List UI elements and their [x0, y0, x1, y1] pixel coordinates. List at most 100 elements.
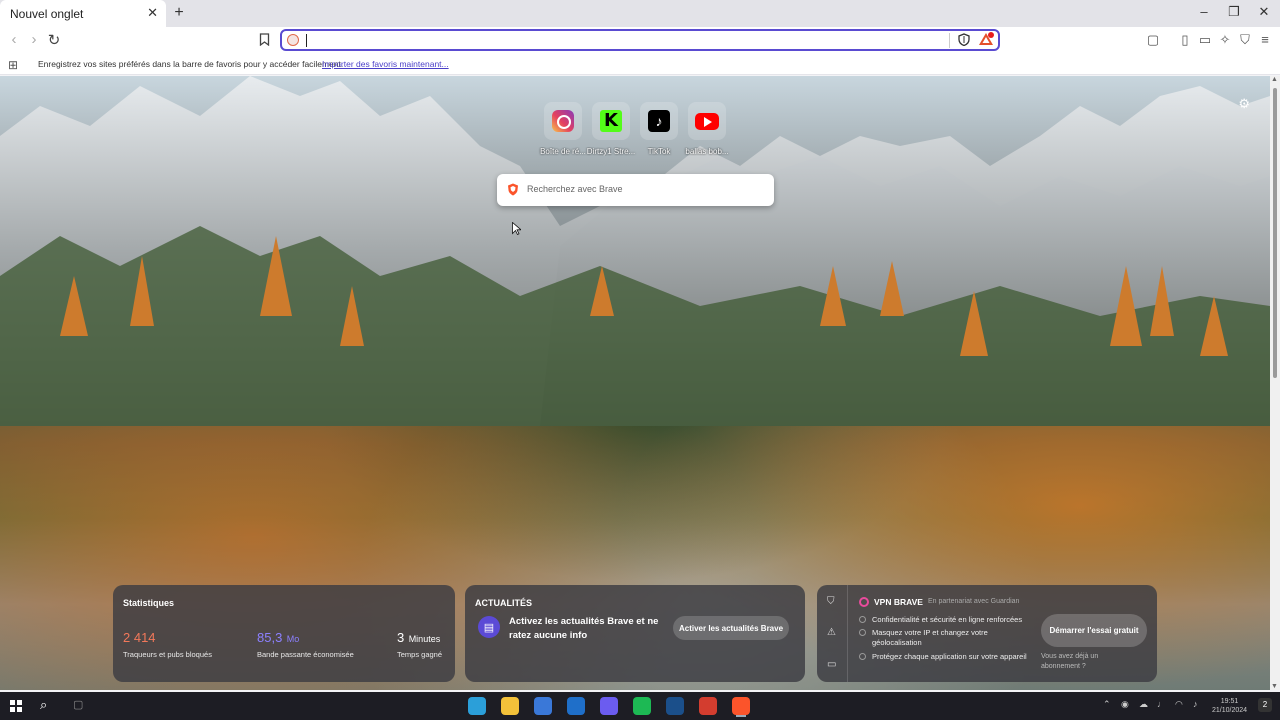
spotify-icon[interactable]	[633, 697, 651, 715]
wifi-icon[interactable]: ◠	[1175, 699, 1183, 710]
tab-title: Nouvel onglet	[10, 6, 84, 21]
clock[interactable]: 19:51 21/10/2024	[1212, 697, 1247, 715]
brave-shields-icon[interactable]	[958, 33, 970, 49]
divider	[949, 33, 950, 48]
news-icon: ▤	[478, 616, 500, 638]
bookmarks-bar: ⊞ Enregistrez vos sites préférés dans la…	[0, 54, 1280, 75]
taskbar: ⌕ ▢ ⌃ ◉ ☁ ♩ ◠ ♪ 19:51 21/10/2024 2	[0, 692, 1280, 720]
trackers-count: 2 414	[123, 630, 156, 645]
enable-news-button[interactable]: Activer les actualités Brave	[673, 616, 789, 640]
kick-icon: K	[592, 102, 630, 140]
downloads-icon[interactable]: ▢	[1145, 32, 1161, 48]
widget-switcher: ⛉ ⚠ ▭	[817, 585, 848, 682]
stats-title: Statistiques	[123, 598, 175, 608]
brave-logo-icon	[508, 183, 518, 196]
search-box[interactable]: Recherchez avec Brave	[497, 174, 774, 206]
outlook-icon[interactable]	[567, 697, 585, 715]
scroll-thumb[interactable]	[1273, 88, 1277, 378]
bat-rewards-icon[interactable]	[978, 32, 994, 47]
start-trial-button[interactable]: Démarrer l'essai gratuit	[1041, 614, 1147, 647]
instagram-icon	[544, 102, 582, 140]
scroll-down-icon[interactable]: ▼	[1271, 683, 1278, 690]
vpn-icon[interactable]: ⛉	[1237, 32, 1253, 48]
toolbar: ‹ › ↻ ▢ ▯ ▭ ✧ ⛉ ≡	[0, 27, 1280, 54]
wallet-icon[interactable]: ▭	[1197, 32, 1213, 48]
time-desc: Temps gagné	[397, 650, 443, 659]
file-explorer-icon[interactable]	[501, 697, 519, 715]
calculator-icon[interactable]	[534, 697, 552, 715]
bandwidth-stat: 85,3 Mo Bande passante économisée	[257, 629, 354, 659]
notification-badge[interactable]: 2	[1258, 698, 1272, 712]
top-site-label: ballas bob...	[685, 147, 729, 156]
search-placeholder: Recherchez avec Brave	[527, 184, 623, 194]
bandwidth-value: 85,3	[257, 630, 283, 645]
news-widget: ACTUALITÉS ▤ Activez les actualités Brav…	[465, 585, 805, 682]
stats-widget: Statistiques 2 414 Traqueurs et pubs blo…	[113, 585, 455, 682]
vpn-widget: ⛉ ⚠ ▭ VPN BRAVE En partenariat avec Guar…	[817, 585, 1157, 682]
time-stat: 3 Minutes Temps gagné	[397, 629, 442, 659]
discord-icon[interactable]	[600, 697, 618, 715]
vpn-logo-icon	[859, 597, 869, 607]
mouse-cursor-icon	[512, 222, 521, 235]
bandwidth-unit: Mo	[286, 634, 300, 644]
steam-icon[interactable]	[666, 697, 684, 715]
bandwidth-desc: Bande passante économisée	[257, 650, 354, 659]
trackers-stat: 2 414 Traqueurs et pubs bloqués	[123, 629, 212, 659]
vpn-partner: En partenariat avec Guardian	[928, 598, 1020, 605]
time-unit: Minutes	[408, 634, 441, 644]
apps-grid-icon[interactable]: ⊞	[8, 58, 18, 72]
already-subscribed-link[interactable]: Vous avez déjà un abonnement ?	[1041, 652, 1131, 672]
network-icon[interactable]: ◉	[1121, 699, 1129, 710]
vpn-header: VPN BRAVE	[859, 597, 923, 607]
bookmark-icon[interactable]	[256, 33, 272, 49]
settings-gear-icon[interactable]: ⚙	[1238, 96, 1250, 112]
vpn-feature: Masquez votre IP et changez votre géoloc…	[859, 628, 1029, 648]
scroll-up-icon[interactable]: ▲	[1271, 76, 1278, 83]
restore-button[interactable]: ❐	[1224, 4, 1244, 20]
reload-button[interactable]: ↻	[46, 31, 62, 49]
forward-button[interactable]: ›	[26, 31, 42, 48]
tab-strip: Nouvel onglet ✕ + – ❐ ✕	[0, 0, 1280, 27]
vpn-tab-icon[interactable]: ⛉	[827, 596, 835, 607]
minimize-button[interactable]: –	[1194, 4, 1214, 19]
scrollbar[interactable]: ▲ ▼	[1270, 76, 1280, 690]
brave-icon[interactable]	[732, 697, 750, 715]
cards-tab-icon[interactable]: ▭	[827, 659, 836, 670]
news-text: Activez les actualités Brave et ne ratez…	[509, 616, 659, 641]
vpn-feature: Confidentialité et sécurité en ligne ren…	[859, 615, 1029, 625]
clock-time: 19:51	[1220, 698, 1239, 705]
back-button[interactable]: ‹	[6, 31, 22, 48]
trackers-desc: Traqueurs et pubs bloqués	[123, 650, 212, 659]
new-tab-button[interactable]: +	[171, 4, 187, 22]
chrome-icon[interactable]	[699, 697, 717, 715]
search-icon[interactable]: ⌕	[40, 697, 47, 713]
top-site-youtube[interactable]: ballas bob...	[678, 102, 736, 156]
volume-icon[interactable]: ♪	[1193, 699, 1198, 709]
menu-icon[interactable]: ≡	[1257, 32, 1273, 47]
talk-tab-icon[interactable]: ⚠	[827, 627, 836, 638]
close-window-button[interactable]: ✕	[1254, 4, 1274, 20]
address-bar[interactable]	[280, 29, 1000, 51]
widgets-icon[interactable]: ▢	[73, 698, 83, 711]
clock-date: 21/10/2024	[1212, 707, 1248, 714]
vpn-title: VPN BRAVE	[874, 597, 923, 607]
onedrive-icon[interactable]: ☁	[1139, 699, 1148, 710]
text-caret	[306, 34, 307, 47]
windows-start-icon[interactable]	[10, 700, 22, 712]
sidebar-icon[interactable]: ▯	[1177, 32, 1193, 48]
mic-icon[interactable]: ♩	[1157, 699, 1166, 709]
tab-new-tab[interactable]: Nouvel onglet ✕	[0, 0, 166, 27]
news-title: ACTUALITÉS	[475, 598, 532, 608]
time-value: 3	[397, 630, 405, 645]
vpn-feature: Protégez chaque application sur votre ap…	[859, 652, 1029, 662]
tiktok-icon: ♪	[640, 102, 678, 140]
close-tab-icon[interactable]: ✕	[147, 5, 158, 21]
edge-icon[interactable]	[468, 697, 486, 715]
youtube-icon	[688, 102, 726, 140]
new-tab-page: Boîte de ré... K Dirtzy1 Stre... ♪ TikTo…	[0, 76, 1270, 690]
leo-ai-icon[interactable]: ✧	[1217, 32, 1233, 48]
import-bookmarks-link[interactable]: Importer des favoris maintenant...	[322, 59, 449, 69]
tray-chevron-icon[interactable]: ⌃	[1103, 699, 1111, 710]
site-info-icon[interactable]	[287, 34, 299, 46]
bookmarks-hint: Enregistrez vos sites préférés dans la b…	[38, 59, 344, 69]
